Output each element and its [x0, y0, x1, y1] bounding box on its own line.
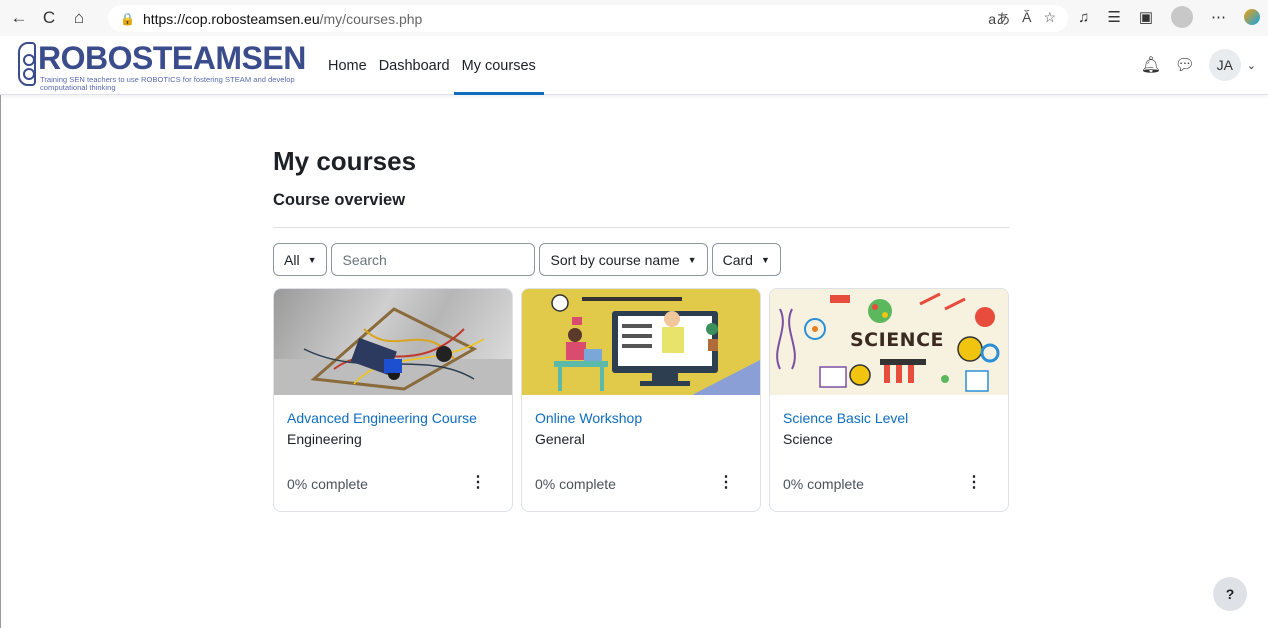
section-title: Course overview [273, 191, 406, 209]
window-edge [0, 95, 1, 628]
course-card[interactable]: SCIENCE Science Basic Level Science 0% c… [769, 288, 1009, 512]
url-host: https://cop.robosteamsen.eu [142, 10, 320, 27]
refresh-icon[interactable]: C [38, 7, 60, 29]
grouping-value: All [284, 251, 300, 268]
course-name-link[interactable]: Online Workshop [535, 410, 642, 426]
extensions-icon[interactable]: ♫ [1078, 9, 1089, 26]
nav-home[interactable]: Home [326, 36, 369, 95]
course-progress: 0% complete [783, 476, 864, 492]
site-navbar: ROBOSTEAMSEN Training SEN teachers to us… [0, 36, 1268, 95]
course-filter-controls: All ▼ Search Sort by course name ▼ Card … [273, 243, 781, 276]
course-card[interactable]: Advanced Engineering Course Engineering … [273, 288, 513, 512]
course-progress: 0% complete [535, 476, 616, 492]
help-button[interactable]: ? [1213, 577, 1247, 611]
notification-bell-icon[interactable]: 🔔︎ [1141, 55, 1161, 75]
course-cards: Advanced Engineering Course Engineering … [273, 288, 1009, 512]
back-icon[interactable]: ← [8, 7, 30, 29]
browser-toolbar: ← C ⌂ 🔒 https://cop.robosteamsen.eu/my/c… [0, 0, 1268, 36]
course-category: General [535, 431, 585, 447]
science-image-text: SCIENCE [850, 329, 945, 351]
kebab-menu-icon[interactable]: ⋮ [966, 472, 982, 492]
course-category: Engineering [287, 431, 362, 447]
search-input[interactable]: Search [331, 243, 536, 276]
site-logo[interactable]: ROBOSTEAMSEN Training SEN teachers to us… [18, 40, 306, 92]
kebab-menu-icon[interactable]: ⋮ [718, 472, 734, 492]
nav-dashboard[interactable]: Dashboard [377, 36, 452, 95]
url-path: /my/courses.php [319, 10, 423, 27]
online-workshop-image [522, 289, 760, 395]
course-image-robot[interactable] [274, 289, 512, 395]
course-category: Science [783, 431, 833, 447]
primary-navigation: Home Dashboard My courses [326, 36, 544, 95]
copilot-icon[interactable] [1244, 9, 1260, 25]
favorites-icon[interactable]: ☰ [1107, 8, 1120, 26]
logo-head-icon [18, 42, 36, 86]
sort-value: Sort by course name [550, 251, 680, 268]
divider [273, 227, 1010, 228]
messages-icon[interactable]: 💬︎ [1175, 55, 1195, 75]
page-title: My courses [273, 146, 417, 176]
view-dropdown[interactable]: Card ▼ [711, 243, 781, 276]
course-image-workshop[interactable] [522, 289, 760, 395]
chevron-down-icon: ▼ [687, 254, 697, 265]
chevron-down-icon: ▼ [760, 254, 770, 265]
favorite-star-icon[interactable]: ☆ [1043, 9, 1056, 29]
read-aloud-icon[interactable]: A᷃ [1022, 9, 1031, 29]
address-bar[interactable]: 🔒 https://cop.robosteamsen.eu/my/courses… [108, 5, 1068, 32]
course-progress: 0% complete [287, 476, 368, 492]
grouping-dropdown[interactable]: All ▼ [273, 243, 328, 276]
chevron-down-icon[interactable]: ⌄ [1247, 59, 1256, 72]
course-name-link[interactable]: Science Basic Level [783, 410, 908, 426]
chevron-down-icon: ▼ [307, 254, 317, 265]
logo-tagline: Training SEN teachers to use ROBOTICS fo… [40, 75, 295, 92]
more-icon[interactable]: ⋯ [1211, 8, 1226, 26]
translate-icon[interactable]: aあ [988, 9, 1010, 29]
user-avatar[interactable]: JA [1208, 49, 1241, 81]
kebab-menu-icon[interactable]: ⋮ [470, 472, 486, 492]
course-name-link[interactable]: Advanced Engineering Course [287, 410, 477, 426]
browser-profile-icon[interactable] [1171, 6, 1193, 28]
course-card[interactable]: Online Workshop General 0% complete ⋮ [521, 288, 761, 512]
view-value: Card [722, 251, 753, 268]
sort-dropdown[interactable]: Sort by course name ▼ [539, 243, 708, 276]
nav-my-courses[interactable]: My courses [453, 36, 544, 95]
logo-title: ROBOSTEAMSEN [38, 40, 306, 76]
course-image-science[interactable]: SCIENCE [770, 289, 1008, 395]
home-icon[interactable]: ⌂ [68, 7, 90, 29]
collections-icon[interactable]: ▣ [1139, 8, 1153, 26]
lock-icon: 🔒 [120, 11, 135, 26]
robot-wires-image [274, 307, 512, 395]
